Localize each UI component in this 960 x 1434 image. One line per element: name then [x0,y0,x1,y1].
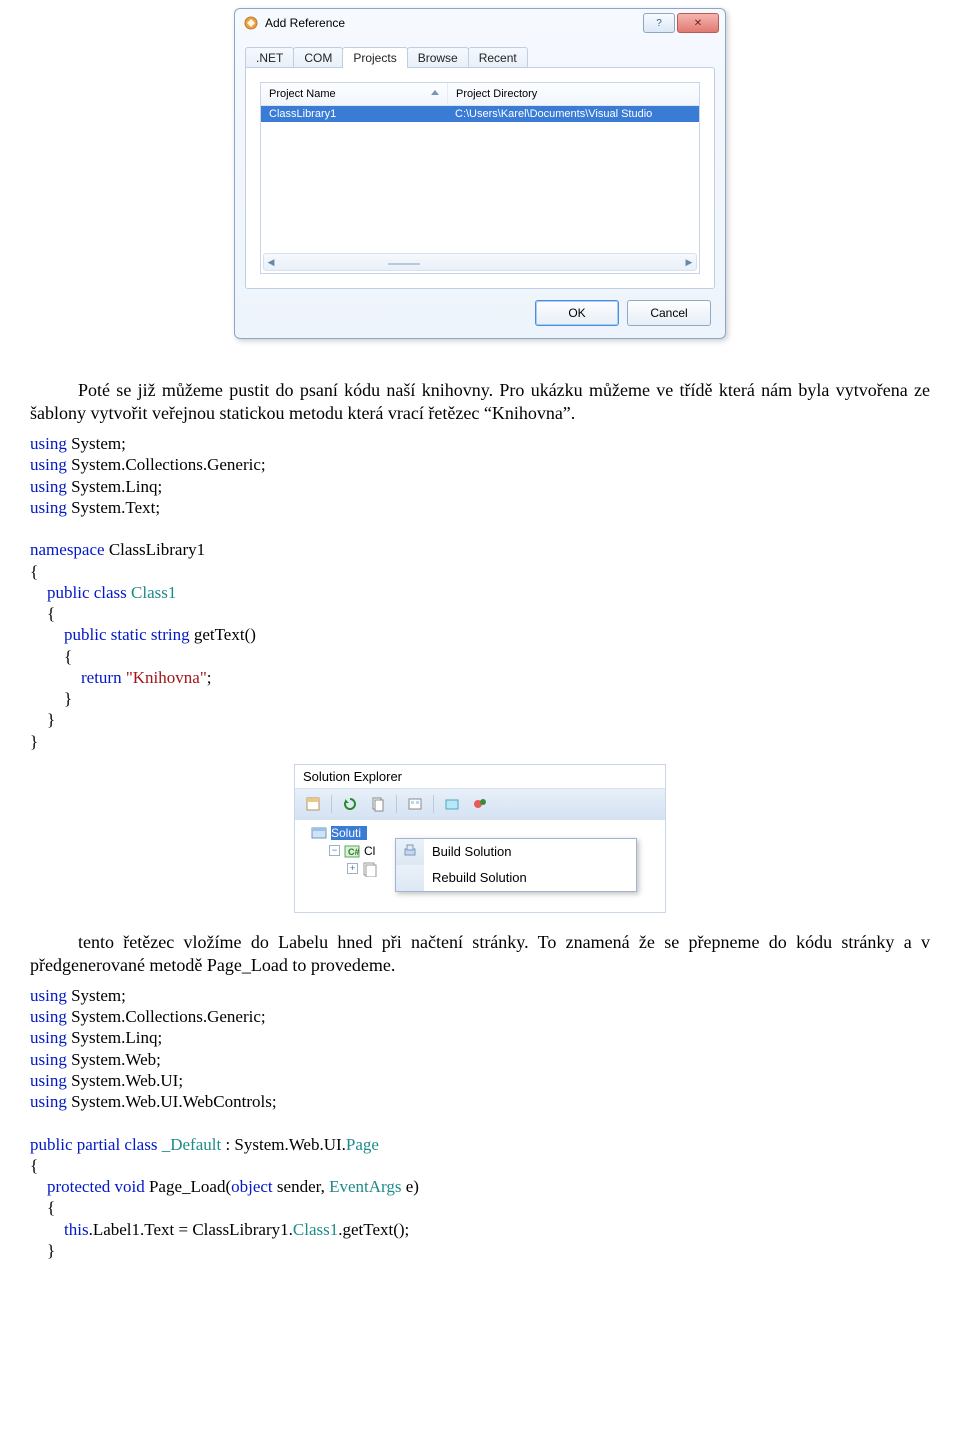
column-header-text: Project Name [269,88,336,100]
ok-button[interactable]: OK [535,300,619,326]
cancel-button[interactable]: Cancel [627,300,711,326]
code-block-1: using System; using System.Collections.G… [30,433,930,752]
context-menu: Build Solution Rebuild Solution [395,838,637,892]
dialog-tabs: .NET COM Projects Browse Recent [245,47,715,68]
dialog-title: Add Reference [265,16,643,30]
column-project-directory[interactable]: Project Directory [448,83,699,105]
view-code-icon[interactable] [468,793,492,815]
scroll-thumb[interactable] [388,263,420,265]
svg-text:C#: C# [348,847,360,857]
properties-icon[interactable] [301,793,325,815]
sort-ascending-icon [431,90,439,95]
scroll-right-icon[interactable]: ▶ [682,254,696,270]
help-button[interactable]: ? [643,13,675,33]
refresh-icon[interactable] [338,793,362,815]
project-node[interactable]: Cl [364,844,375,858]
solution-icon [311,825,327,841]
csharp-project-icon: C# [344,843,360,859]
app-icon [243,15,259,31]
solution-explorer-toolbar [295,789,665,820]
ctx-build-solution[interactable]: Build Solution [396,839,636,865]
tab-com[interactable]: COM [293,47,343,68]
class-view-icon[interactable] [440,793,464,815]
build-icon [403,843,417,860]
dialog-titlebar[interactable]: Add Reference ? ✕ [235,9,725,37]
cell-project-name: ClassLibrary1 [261,108,447,120]
solution-explorer-panel: Solution Explorer [294,764,666,913]
solution-explorer-title: Solution Explorer [295,765,665,789]
tab-browse[interactable]: Browse [407,47,469,68]
ctx-rebuild-solution[interactable]: Rebuild Solution [396,865,636,891]
ctx-item-label: Build Solution [432,844,512,859]
list-row-selected[interactable]: ClassLibrary1 C:\Users\Karel\Documents\V… [261,106,699,122]
horizontal-scrollbar[interactable]: ◀ ▶ [263,253,697,271]
show-all-files-icon[interactable] [366,793,390,815]
column-project-name[interactable]: Project Name [261,83,448,105]
references-icon [362,861,378,877]
code-block-2: using System; using System.Collections.G… [30,985,930,1261]
expand-icon[interactable]: − [329,845,340,856]
view-designer-icon[interactable] [403,793,427,815]
close-button[interactable]: ✕ [677,13,719,33]
dialog-tab-panel: Project Name Project Directory ClassLibr… [245,67,715,289]
ctx-item-label: Rebuild Solution [432,870,527,885]
paragraph-2: tento řetězec vložíme do Labelu hned při… [30,931,930,977]
paragraph-1: Poté se již můžeme pustit do psaní kódu … [30,379,930,425]
solution-node[interactable]: Soluti [331,826,367,840]
tab-net[interactable]: .NET [245,47,294,68]
tab-projects[interactable]: Projects [342,47,407,68]
expand-icon[interactable]: + [347,863,358,874]
cell-project-dir: C:\Users\Karel\Documents\Visual Studio [447,108,699,120]
tab-recent[interactable]: Recent [468,47,528,68]
scroll-left-icon[interactable]: ◀ [264,254,278,270]
add-reference-dialog: Add Reference ? ✕ .NET COM Projects Brow… [234,8,726,339]
projects-listview[interactable]: Project Name Project Directory ClassLibr… [260,82,700,274]
solution-tree[interactable]: Soluti − C# Cl + [295,820,665,912]
